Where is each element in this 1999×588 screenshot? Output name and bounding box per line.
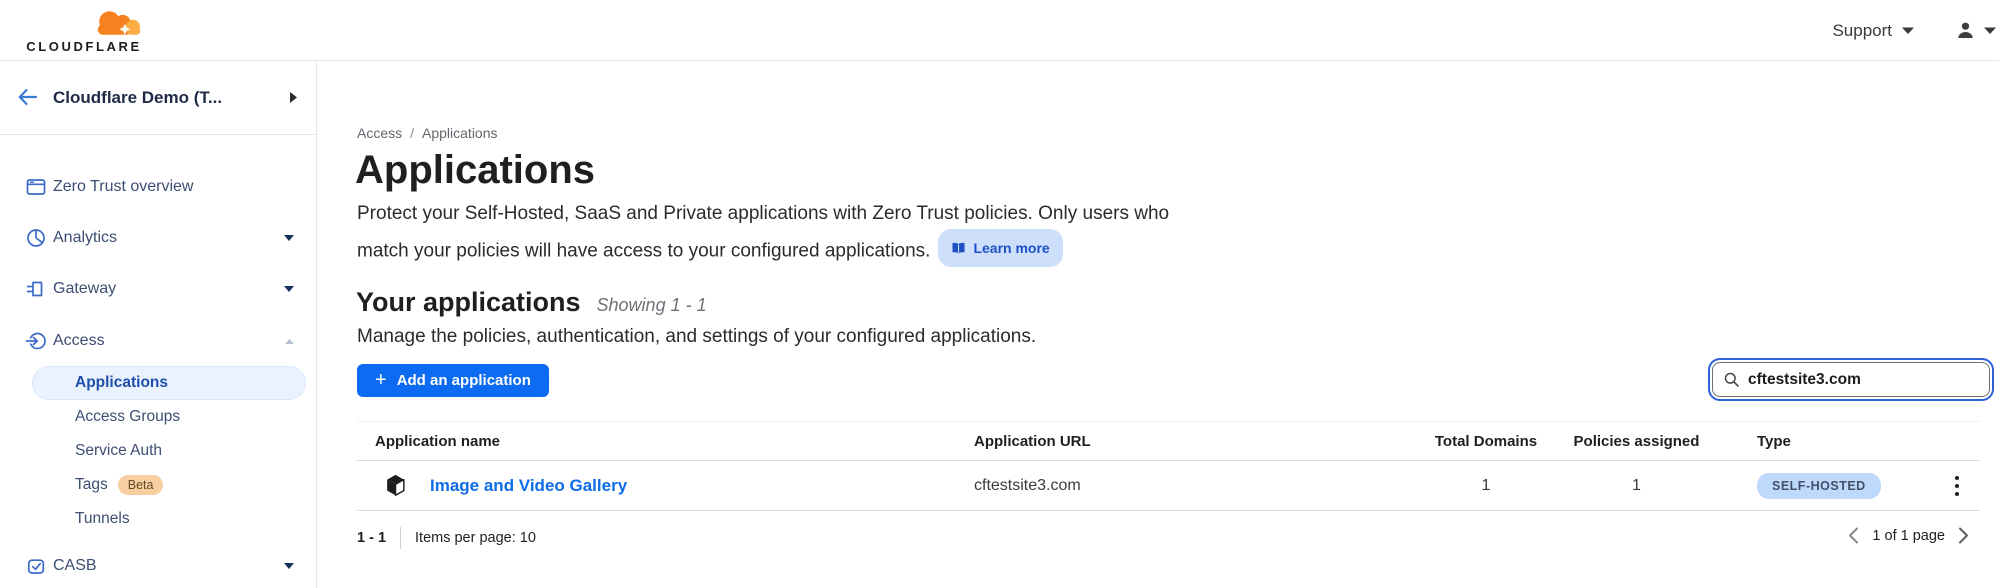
total-domains-cell: 1 bbox=[1411, 477, 1561, 495]
table-footer: 1 - 1 Items per page: 10 bbox=[357, 527, 536, 549]
cloudflare-cloud-icon bbox=[86, 5, 152, 41]
sidebar-item-label: Service Auth bbox=[75, 442, 162, 460]
sidebar-item-access-groups[interactable]: Access Groups bbox=[0, 402, 317, 432]
support-menu[interactable]: Support bbox=[1832, 0, 1915, 61]
gateway-icon bbox=[25, 278, 47, 300]
your-applications-subheading: Manage the policies, authentication, and… bbox=[357, 326, 1036, 348]
sidebar-expander-icon[interactable] bbox=[289, 91, 298, 104]
sidebar-item-label: Tunnels bbox=[75, 510, 130, 528]
next-page-chevron-icon[interactable] bbox=[1958, 527, 1969, 544]
applications-table: Application name Application URL Total D… bbox=[357, 421, 1980, 511]
chevron-down-icon bbox=[283, 234, 295, 242]
your-applications-heading: Your applications bbox=[356, 287, 581, 318]
column-policies-assigned: Policies assigned bbox=[1561, 433, 1712, 450]
cloudflare-wordmark: CLOUDFLARE bbox=[16, 39, 152, 54]
sidebar-item-label: Tags bbox=[75, 476, 108, 494]
sidebar-item-tunnels[interactable]: Tunnels bbox=[0, 504, 317, 534]
sidebar-item-service-auth[interactable]: Service Auth bbox=[0, 436, 317, 466]
pagination-controls: 1 of 1 page bbox=[1848, 527, 1969, 544]
application-search bbox=[1712, 362, 1990, 397]
sidebar-item-label: Access bbox=[53, 332, 105, 350]
cloudflare-logo[interactable]: CLOUDFLARE bbox=[16, 5, 152, 54]
top-bar: CLOUDFLARE Support bbox=[0, 0, 1999, 61]
access-login-icon bbox=[25, 330, 47, 352]
page-description: Protect your Self-Hosted, SaaS and Priva… bbox=[357, 199, 1297, 267]
page-status: 1 of 1 page bbox=[1872, 528, 1945, 544]
learn-more-link[interactable]: Learn more bbox=[938, 229, 1062, 267]
table-header-row: Application name Application URL Total D… bbox=[357, 422, 1980, 461]
items-per-page[interactable]: Items per page: 10 bbox=[415, 530, 536, 546]
column-total-domains: Total Domains bbox=[1411, 433, 1561, 450]
page-title: Applications bbox=[355, 148, 595, 193]
chevron-down-icon bbox=[1901, 26, 1915, 35]
main-content: Access / Applications Applications Prote… bbox=[318, 61, 1999, 588]
application-name-link[interactable]: Image and Video Gallery bbox=[430, 476, 627, 496]
sidebar-item-label: Applications bbox=[75, 374, 168, 392]
user-icon bbox=[1956, 21, 1975, 40]
table-row: Image and Video Gallery cftestsite3.com … bbox=[357, 461, 1980, 511]
chevron-up-icon bbox=[284, 338, 295, 345]
showing-count: Showing 1 - 1 bbox=[597, 295, 707, 316]
user-account-menu[interactable] bbox=[1956, 0, 1997, 61]
application-url-cell: cftestsite3.com bbox=[974, 477, 1411, 495]
sidebar-item-casb[interactable]: CASB bbox=[0, 548, 317, 584]
sidebar-item-label: Gateway bbox=[53, 280, 116, 298]
add-application-label: Add an application bbox=[397, 372, 531, 389]
column-application-url: Application URL bbox=[974, 433, 1411, 450]
breadcrumb-access[interactable]: Access bbox=[357, 125, 402, 141]
book-icon bbox=[951, 242, 966, 255]
page-description-line1: Protect your Self-Hosted, SaaS and Priva… bbox=[357, 203, 1169, 224]
sidebar-item-label: Analytics bbox=[53, 229, 117, 247]
sidebar: Cloudflare Demo (T... Zero Trust overvie… bbox=[0, 61, 317, 588]
sidebar-item-applications[interactable]: Applications bbox=[32, 366, 306, 400]
footer-divider bbox=[400, 527, 401, 549]
chevron-down-icon bbox=[283, 562, 295, 570]
add-application-button[interactable]: + Add an application bbox=[357, 364, 549, 397]
learn-more-label: Learn more bbox=[973, 233, 1049, 263]
row-actions-kebab-icon[interactable] bbox=[1948, 473, 1966, 499]
beta-badge: Beta bbox=[118, 475, 164, 495]
analytics-pie-icon bbox=[25, 227, 47, 249]
page-description-line2: match your policies will have access to … bbox=[357, 241, 930, 262]
breadcrumb-applications: Applications bbox=[422, 125, 498, 141]
plus-icon: + bbox=[375, 370, 387, 390]
application-cube-icon bbox=[383, 473, 408, 498]
sidebar-item-label: Zero Trust overview bbox=[53, 178, 193, 196]
column-type: Type bbox=[1712, 433, 1980, 450]
previous-page-chevron-icon[interactable] bbox=[1848, 527, 1859, 544]
column-application-name: Application name bbox=[357, 433, 974, 450]
sidebar-item-analytics[interactable]: Analytics bbox=[0, 220, 317, 256]
breadcrumb-separator: / bbox=[410, 125, 414, 141]
search-input[interactable] bbox=[1748, 371, 1979, 389]
zero-trust-dashboard: CLOUDFLARE Support bbox=[0, 0, 1999, 588]
sidebar-item-access[interactable]: Access bbox=[0, 323, 317, 359]
sidebar-account-header: Cloudflare Demo (T... bbox=[0, 61, 316, 135]
type-badge: SELF-HOSTED bbox=[1757, 473, 1881, 499]
chevron-down-icon bbox=[1983, 26, 1997, 35]
sidebar-item-label: CASB bbox=[53, 557, 97, 575]
support-label: Support bbox=[1832, 21, 1892, 41]
sidebar-item-label: Access Groups bbox=[75, 408, 180, 426]
policies-assigned-cell: 1 bbox=[1561, 477, 1712, 495]
search-icon bbox=[1723, 371, 1740, 388]
sidebar-item-tags[interactable]: Tags Beta bbox=[0, 470, 317, 500]
your-applications-header: Your applications Showing 1 - 1 bbox=[356, 287, 707, 318]
overview-window-icon bbox=[25, 176, 47, 198]
breadcrumb: Access / Applications bbox=[357, 125, 498, 141]
sidebar-item-zero-trust-overview[interactable]: Zero Trust overview bbox=[0, 169, 317, 205]
casb-icon bbox=[25, 555, 47, 577]
account-name: Cloudflare Demo (T... bbox=[53, 88, 222, 108]
sidebar-item-gateway[interactable]: Gateway bbox=[0, 271, 317, 307]
items-range: 1 - 1 bbox=[357, 530, 386, 546]
chevron-down-icon bbox=[283, 285, 295, 293]
back-arrow-icon[interactable] bbox=[16, 85, 40, 109]
